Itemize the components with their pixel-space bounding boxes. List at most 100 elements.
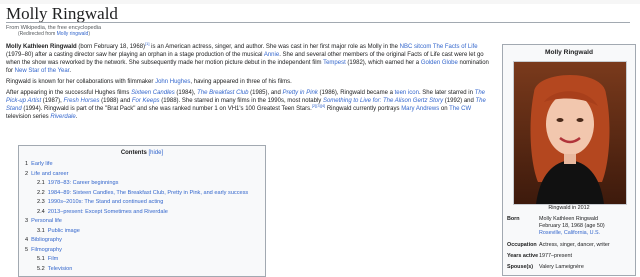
toc-header: Contents [hide] <box>19 150 265 156</box>
link-riverdale[interactable]: Riverdale <box>50 114 75 120</box>
link-john-hughes[interactable]: John Hughes <box>155 79 190 85</box>
text: television series <box>6 114 51 120</box>
toc-item[interactable]: 2.1 1978–83: Career beginnings <box>25 179 265 189</box>
toc-item[interactable]: 2 Life and career <box>25 170 265 180</box>
text: (1982), which earned her a <box>345 60 421 66</box>
link-sixteen-candles[interactable]: Sixteen Candles <box>131 90 175 96</box>
years-active-label: Years active <box>507 253 539 259</box>
infobox-row-years-active: Years active 1977–present <box>507 253 631 260</box>
link-teen-icon[interactable]: teen icon <box>395 90 419 96</box>
text: . <box>69 68 72 74</box>
toc-link[interactable]: Film <box>48 256 59 262</box>
toc-link[interactable]: 1990s–2010s: The Stand and continued act… <box>48 199 164 205</box>
toc-item[interactable]: 4 Bibliography <box>25 236 265 246</box>
link-annie[interactable]: Annie <box>264 52 279 58</box>
subject-name: Molly Kathleen Ringwald <box>6 44 77 50</box>
text: (born February 18, 1968) <box>76 44 146 50</box>
toc-number: 1 <box>25 161 29 167</box>
toc-number: 4 <box>25 237 29 243</box>
text: (1988). She starred in many films in the… <box>159 98 323 104</box>
toc-item[interactable]: 1 Early life <box>25 160 265 170</box>
portrait-photo[interactable] <box>513 61 627 205</box>
text: on <box>439 106 450 112</box>
title-divider <box>6 22 630 23</box>
occupation-value: Actress, singer, dancer, writer <box>539 242 610 248</box>
left-eye <box>556 118 564 122</box>
toc-number: 3.1 <box>37 227 45 234</box>
toc-link[interactable]: Early life <box>31 161 52 167</box>
link-the-cw[interactable]: The CW <box>449 106 471 112</box>
link-alison-gertz-story[interactable]: Something to Live for: The Alison Gertz … <box>323 98 443 104</box>
infobox: Molly Ringwald Ringwald in 2012 Born Mol… <box>502 44 636 276</box>
link-tempest[interactable]: Tempest <box>323 60 346 66</box>
toc-number: 5.1 <box>37 256 45 262</box>
link-new-star[interactable]: New Star of the Year <box>15 68 70 74</box>
text: (1988) and <box>99 98 132 104</box>
toc-number: 2 <box>25 170 29 177</box>
born-name: Molly Kathleen Ringwald <box>539 216 599 222</box>
toc-link[interactable]: Life and career <box>31 171 68 177</box>
text: (1979–80) after a casting director saw h… <box>6 52 264 58</box>
link-mary-andrews[interactable]: Mary Andrews <box>401 106 439 112</box>
toc-link[interactable]: Personal life <box>31 218 62 224</box>
link-nbc-facts-of-life[interactable]: NBC sitcom The Facts of Life <box>400 44 478 50</box>
toc-number: 5 <box>25 246 29 253</box>
years-active-value: 1977–present <box>539 253 572 259</box>
born-value: Molly Kathleen Ringwald February 18, 196… <box>539 216 631 237</box>
text: (1985), and <box>248 90 283 96</box>
redirect-suffix: ) <box>88 31 90 37</box>
toc-link[interactable]: Filmography <box>31 247 62 253</box>
toc-item[interactable]: 2.2 1984–89: Sixteen Candles, The Breakfa… <box>25 189 265 199</box>
infobox-row-born: Born Molly Kathleen Ringwald February 18… <box>507 216 631 237</box>
toc-number: 2.3 <box>37 199 45 205</box>
toc-link[interactable]: 1984–89: Sixteen Candles, The Breakfast … <box>48 190 248 196</box>
link-golden-globe[interactable]: Golden Globe <box>421 60 458 66</box>
text: (1994). Ringwald is part of the "Brat Pa… <box>21 106 312 112</box>
toc-link[interactable]: 1978–83: Career beginnings <box>48 180 119 186</box>
toc-item[interactable]: 2.3 1990s–2010s: The Stand and continued … <box>25 198 265 208</box>
toc-link[interactable]: 2013–present: Except Sometimes and River… <box>48 209 168 215</box>
born-place-link[interactable]: Roseville, California, U.S. <box>539 230 631 237</box>
neck-shape <box>564 154 576 164</box>
lead-paragraph-2: Ringwald is known for her collaborations… <box>6 78 496 86</box>
toc-number: 2.4 <box>37 208 45 215</box>
toc-number: 5.2 <box>37 265 45 272</box>
text: (1992) and <box>443 98 476 104</box>
table-of-contents: Contents [hide] 1 Early life 2 Life and ca… <box>18 145 266 277</box>
link-fresh-horses[interactable]: Fresh Horses <box>63 98 99 104</box>
infobox-title: Molly Ringwald <box>545 49 593 56</box>
redirect-note: (Redirected from Molly ringwald) <box>18 31 90 37</box>
right-eye <box>576 118 584 122</box>
toc-item[interactable]: 3 Personal life <box>25 217 265 227</box>
toc-number: 2.2 <box>37 189 45 196</box>
toc-link[interactable]: Public image <box>48 228 80 234</box>
ref-link[interactable]: [2][3][4] <box>312 103 325 108</box>
toc-item[interactable]: 5 Filmography <box>25 246 265 256</box>
link-breakfast-club[interactable]: The Breakfast Club <box>197 90 248 96</box>
toc-link[interactable]: Television <box>48 266 73 272</box>
redirect-prefix: (Redirected from <box>18 31 57 37</box>
lead-paragraph-1: Molly Kathleen Ringwald (born February 1… <box>6 42 496 75</box>
toc-link[interactable]: Bibliography <box>31 237 62 243</box>
article-lead: Molly Kathleen Ringwald (born February 1… <box>6 42 496 124</box>
photo-caption: Ringwald in 2012 <box>548 205 590 211</box>
born-date: February 18, 1968 (age 50) <box>539 223 605 229</box>
text: Ringwald currently portrays <box>325 106 402 112</box>
born-label: Born <box>507 216 520 222</box>
toc-hide-toggle[interactable]: [hide] <box>148 150 163 156</box>
text: Ringwald is known for her collaborations… <box>6 79 156 85</box>
text: (1984), <box>174 90 198 96</box>
toc-item[interactable]: 5.1 Film <box>25 255 265 265</box>
toc-item[interactable]: 5.2 Television <box>25 265 265 275</box>
toc-list: 1 Early life 2 Life and career 2.1 1978–83:… <box>19 160 265 274</box>
toc-item[interactable]: 3.1 Public image <box>25 227 265 237</box>
text: After appearing in the successful Hughes… <box>6 90 132 96</box>
lead-paragraph-3: After appearing in the successful Hughes… <box>6 89 496 121</box>
page-title: Molly Ringwald <box>6 4 118 23</box>
link-for-keeps[interactable]: For Keeps <box>132 98 160 104</box>
toc-item[interactable]: 2.4 2013–present: Except Sometimes and Ri… <box>25 208 265 218</box>
occupation-label: Occupation <box>507 242 537 248</box>
redirect-link[interactable]: Molly ringwald <box>57 31 89 37</box>
toc-title: Contents <box>120 150 147 156</box>
link-pretty-in-pink[interactable]: Pretty in Pink <box>283 90 318 96</box>
